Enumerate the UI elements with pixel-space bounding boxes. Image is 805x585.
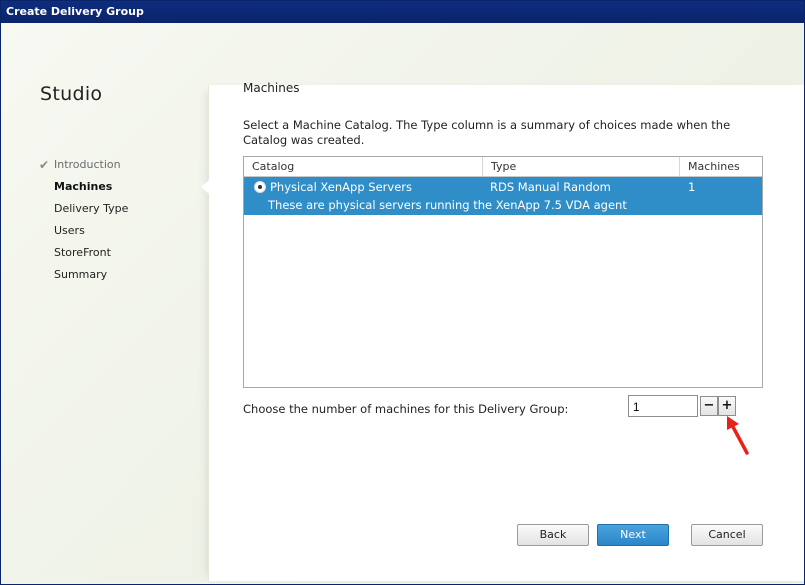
- step-storefront: StoreFront: [39, 245, 128, 267]
- catalog-name: Physical XenApp Servers: [270, 180, 412, 194]
- wizard-client-area: Studio ✔ Introduction Machines Delivery …: [1, 23, 804, 583]
- wizard-steps-nav: ✔ Introduction Machines Delivery Type Us…: [39, 157, 128, 289]
- cancel-button[interactable]: Cancel: [691, 524, 763, 546]
- step-label: StoreFront: [54, 246, 111, 259]
- instructions-text: Select a Machine Catalog. The Type colum…: [243, 118, 731, 147]
- section-title: Machines: [243, 81, 300, 95]
- create-delivery-group-window: Create Delivery Group Studio ✔ Introduct…: [0, 0, 805, 585]
- checkmark-icon: ✔: [39, 158, 50, 172]
- decrement-button[interactable]: −: [700, 396, 718, 416]
- back-button[interactable]: Back: [517, 524, 589, 546]
- column-header-machines[interactable]: Machines: [680, 157, 762, 176]
- table-header: Catalog Type Machines: [244, 157, 762, 177]
- catalog-type: RDS Manual Random: [490, 180, 611, 194]
- annotation-arrow-icon: [727, 416, 749, 455]
- step-label: Machines: [54, 180, 113, 193]
- step-introduction[interactable]: ✔ Introduction: [39, 157, 128, 179]
- machine-count-input[interactable]: [628, 395, 698, 417]
- catalog-machine-count: 1: [688, 180, 696, 194]
- step-summary: Summary: [39, 267, 128, 289]
- studio-title: Studio: [40, 83, 103, 105]
- increment-button[interactable]: +: [718, 396, 736, 416]
- next-button[interactable]: Next: [597, 524, 669, 546]
- step-machines[interactable]: Machines: [39, 179, 128, 201]
- step-label: Introduction: [54, 158, 121, 171]
- step-label: Users: [54, 224, 85, 237]
- window-title: Create Delivery Group: [1, 1, 804, 23]
- column-header-catalog[interactable]: Catalog: [244, 157, 483, 176]
- machine-count-label: Choose the number of machines for this D…: [243, 402, 569, 416]
- step-users: Users: [39, 223, 128, 245]
- table-row[interactable]: Physical XenApp Servers RDS Manual Rando…: [244, 177, 762, 215]
- machine-catalog-table: Catalog Type Machines Physical XenApp Se…: [243, 156, 763, 388]
- step-label: Delivery Type: [54, 202, 129, 215]
- current-step-pointer: [201, 180, 209, 194]
- step-delivery-type: Delivery Type: [39, 201, 128, 223]
- catalog-description: These are physical servers running the X…: [268, 198, 627, 212]
- catalog-radio-button[interactable]: [254, 181, 266, 193]
- column-header-type[interactable]: Type: [483, 157, 680, 176]
- step-label: Summary: [54, 268, 108, 281]
